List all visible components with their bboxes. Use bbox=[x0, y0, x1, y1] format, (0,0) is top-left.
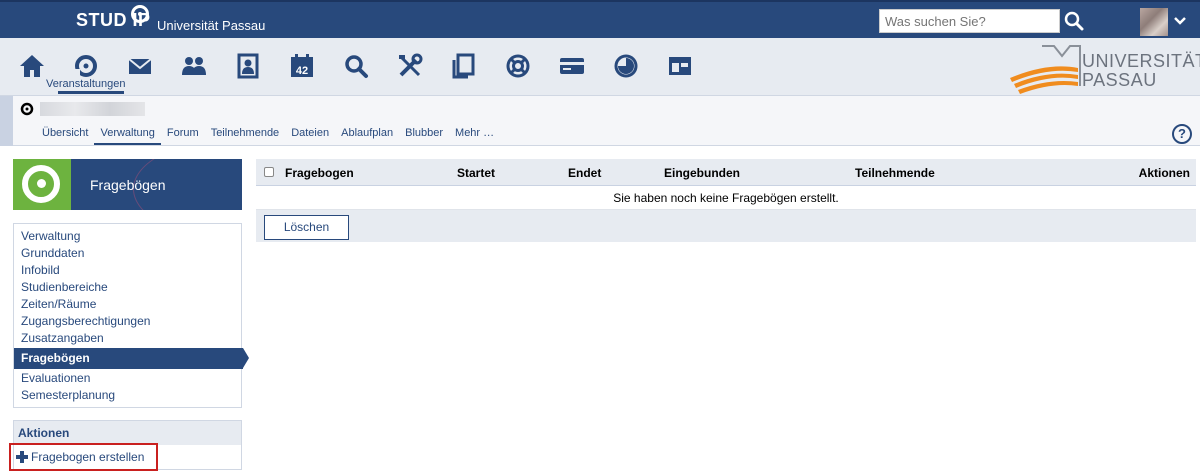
table-header: Fragebogen Startet Endet Eingebunden Tei… bbox=[256, 159, 1196, 186]
sidebar-item-infobild[interactable]: Infobild bbox=[14, 262, 241, 279]
tab-participants[interactable]: Teilnehmende bbox=[205, 123, 286, 145]
tab-more[interactable]: Mehr … bbox=[449, 123, 500, 145]
search-button[interactable] bbox=[1062, 9, 1086, 33]
tab-forum[interactable]: Forum bbox=[161, 123, 205, 145]
tab-blubber[interactable]: Blubber bbox=[399, 123, 449, 145]
create-questionnaire-label: Fragebogen erstellen bbox=[31, 450, 145, 464]
logo-line-2: PASSAU bbox=[1082, 70, 1157, 90]
questionnaire-table: Fragebogen Startet Endet Eingebunden Tei… bbox=[256, 159, 1196, 242]
help-lifebuoy-icon[interactable] bbox=[504, 52, 532, 80]
course-icon bbox=[20, 102, 34, 116]
courses-icon[interactable] bbox=[72, 52, 100, 80]
column-header-teilnehmende[interactable]: Teilnehmende bbox=[855, 166, 935, 180]
create-questionnaire-button[interactable]: Fragebogen erstellen bbox=[9, 443, 158, 471]
sidebar-item-semesterplanung[interactable]: Semesterplanung bbox=[14, 387, 241, 404]
main-navigation: Veranstaltungen 42 UNIVERSITÄT PASSAU bbox=[0, 38, 1200, 96]
context-edge bbox=[0, 96, 13, 146]
nav-label-courses[interactable]: Veranstaltungen bbox=[46, 78, 126, 90]
user-avatar[interactable] bbox=[1140, 8, 1168, 36]
select-all-checkbox[interactable] bbox=[264, 167, 274, 177]
university-name: Universität Passau bbox=[157, 18, 266, 33]
home-icon[interactable] bbox=[18, 52, 46, 80]
column-header-aktionen: Aktionen bbox=[1138, 166, 1190, 180]
sidebar-header: Fragebögen bbox=[13, 159, 242, 210]
sidebar-item-verwaltung[interactable]: Verwaltung bbox=[14, 228, 241, 245]
calendar-day: 42 bbox=[296, 65, 308, 77]
empty-message: Sie haben noch keine Fragebögen erstellt… bbox=[256, 186, 1196, 210]
column-header-startet[interactable]: Startet bbox=[457, 166, 495, 180]
sidebar-item-studienbereiche[interactable]: Studienbereiche bbox=[14, 279, 241, 296]
sidebar-item-evaluationen[interactable]: Evaluationen bbox=[14, 370, 241, 387]
column-header-endet[interactable]: Endet bbox=[568, 166, 601, 180]
tools-icon[interactable] bbox=[396, 52, 424, 80]
column-header-fragebogen[interactable]: Fragebogen bbox=[285, 166, 354, 180]
university-logo-text: UNIVERSITÄT PASSAU bbox=[1082, 52, 1200, 90]
tab-administration[interactable]: Verwaltung bbox=[94, 123, 161, 145]
plus-icon bbox=[16, 451, 28, 463]
calendar-icon[interactable]: 42 bbox=[288, 52, 316, 80]
tab-schedule[interactable]: Ablaufplan bbox=[335, 123, 399, 145]
help-icon[interactable]: ? bbox=[1172, 124, 1192, 144]
mail-icon[interactable] bbox=[126, 52, 154, 80]
questionnaire-icon-dot bbox=[37, 179, 46, 188]
sidebar-title: Fragebögen bbox=[90, 177, 166, 193]
column-header-eingebunden[interactable]: Eingebunden bbox=[664, 166, 740, 180]
card-icon[interactable] bbox=[558, 52, 586, 80]
course-context-bar: Übersicht Verwaltung Forum Teilnehmende … bbox=[0, 96, 1200, 146]
sidebar-item-grunddaten[interactable]: Grunddaten bbox=[14, 245, 241, 262]
sidebar-actions: Aktionen Fragebogen erstellen bbox=[9, 420, 242, 471]
search-icon[interactable] bbox=[342, 52, 370, 80]
chevron-down-icon[interactable] bbox=[1172, 14, 1188, 28]
profile-icon[interactable] bbox=[234, 52, 262, 80]
delete-button[interactable]: Löschen bbox=[264, 215, 349, 240]
tab-files[interactable]: Dateien bbox=[285, 123, 335, 145]
top-bar: STUD IP Universität Passau bbox=[0, 0, 1200, 38]
logo-line-1: UNIVERSITÄT bbox=[1082, 51, 1200, 71]
table-footer: Löschen bbox=[256, 210, 1196, 242]
actions-title: Aktionen bbox=[14, 421, 241, 445]
studip-logo-ring-icon bbox=[131, 5, 149, 23]
sidebar-item-zeiten-raeume[interactable]: Zeiten/Räume bbox=[14, 296, 241, 313]
global-search-input[interactable] bbox=[879, 9, 1060, 33]
sidebar-item-zugangsberechtigungen[interactable]: Zugangsberechtigungen bbox=[14, 313, 241, 330]
sidebar-navigation: Verwaltung Grunddaten Infobild Studienbe… bbox=[13, 223, 249, 408]
sidebar-tile bbox=[13, 159, 71, 210]
sidebar-item-frageboegen[interactable]: Fragebögen bbox=[14, 348, 249, 369]
magnifier-icon bbox=[1064, 11, 1084, 31]
layout-icon[interactable] bbox=[666, 52, 694, 80]
active-nav-indicator bbox=[58, 91, 124, 94]
course-title-redacted bbox=[40, 102, 145, 116]
sidebar-item-zusatzangaben[interactable]: Zusatzangaben bbox=[14, 330, 241, 347]
course-tabs: Übersicht Verwaltung Forum Teilnehmende … bbox=[36, 123, 500, 145]
tab-overview[interactable]: Übersicht bbox=[36, 123, 94, 145]
files-icon[interactable] bbox=[450, 52, 478, 80]
stats-icon[interactable] bbox=[612, 52, 640, 80]
community-icon[interactable] bbox=[180, 52, 208, 80]
